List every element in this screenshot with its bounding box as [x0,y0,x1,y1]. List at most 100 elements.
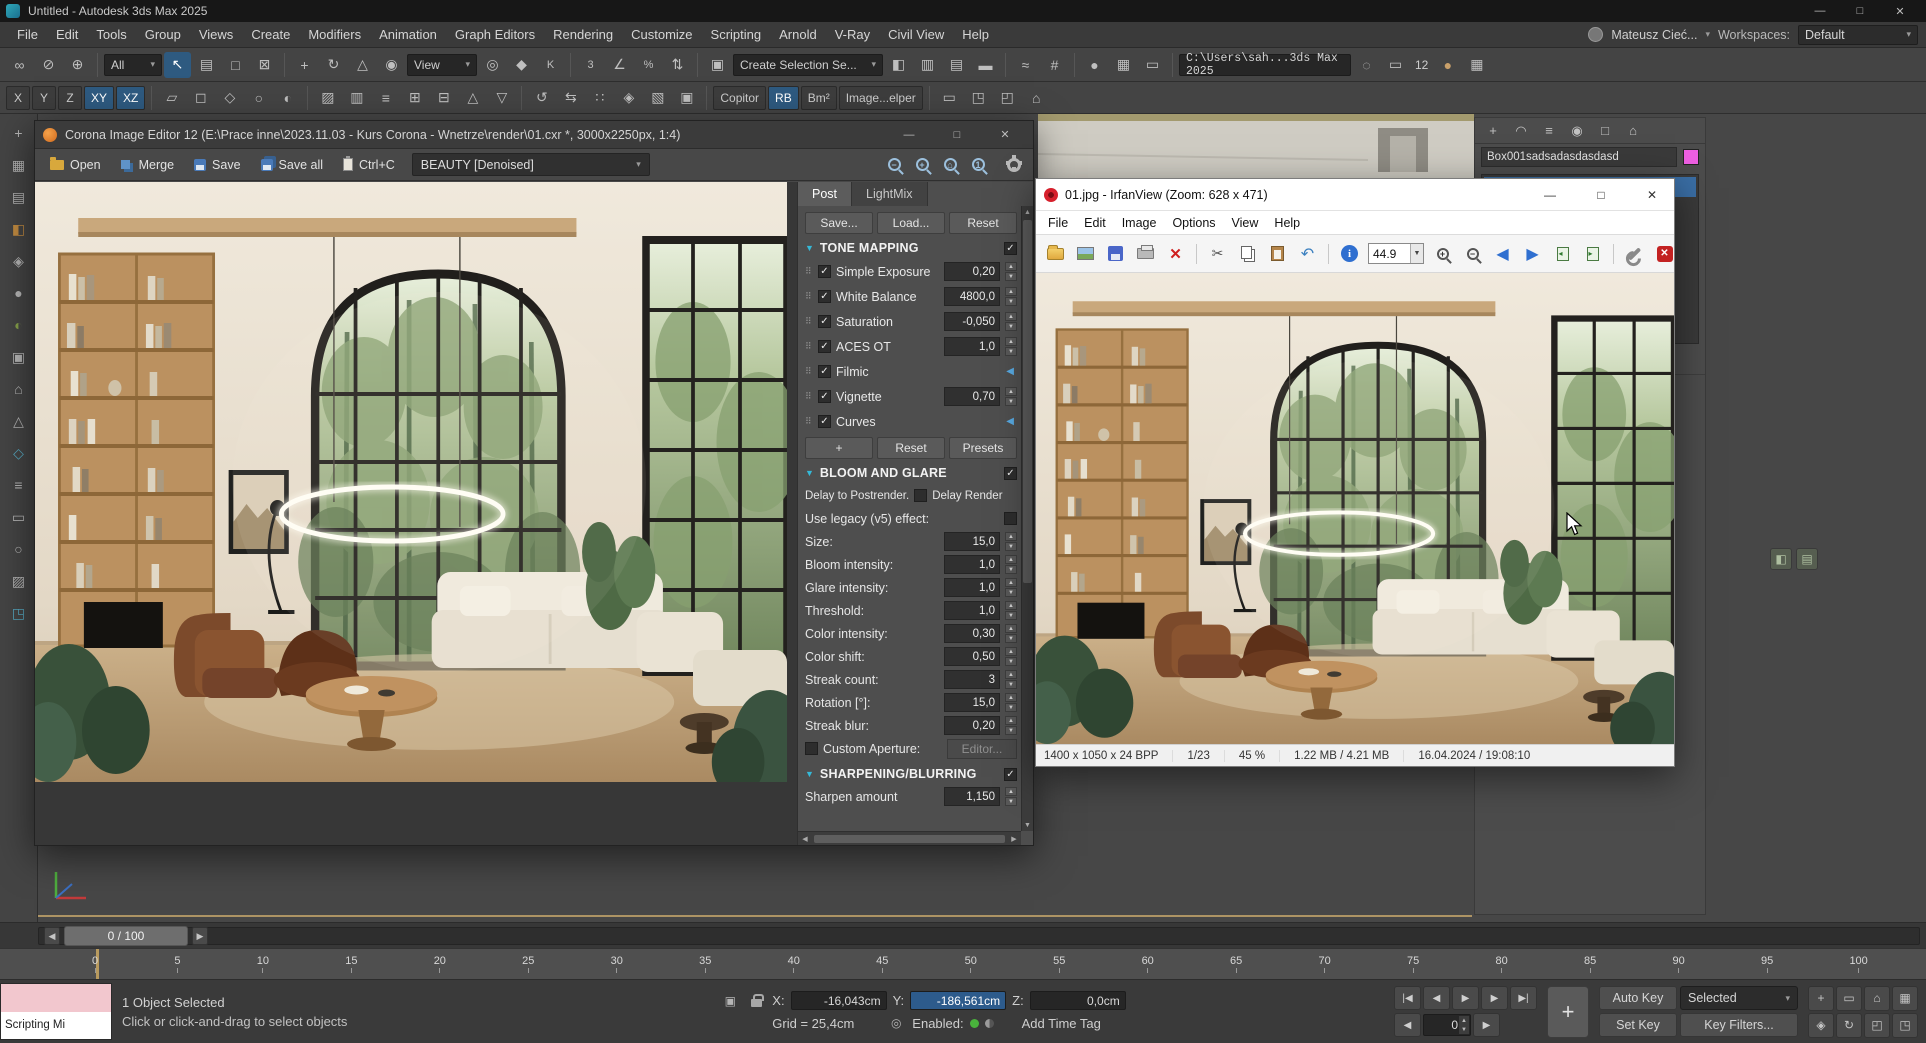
menu-customize[interactable]: Customize [622,22,701,47]
workspace-dropdown[interactable]: Default ▾ [1798,25,1918,45]
side-tool-icon[interactable]: ◈ [5,248,33,274]
drag-handle-icon[interactable]: ⠿ [805,266,813,277]
drag-handle-icon[interactable]: ⠿ [805,341,813,352]
float-tool-icon[interactable]: ◧ [1770,548,1792,570]
float-tool-icon[interactable]: ▤ [1796,548,1818,570]
display-tab-icon[interactable]: □ [1593,120,1617,142]
spinner[interactable]: ▲▼ [1005,532,1017,551]
menu-modifiers[interactable]: Modifiers [299,22,370,47]
go-to-start-button[interactable]: |◀ [1394,986,1421,1010]
render-production-icon[interactable]: ● [1434,52,1461,78]
key-step-back-button[interactable]: ◀ [1394,1013,1421,1037]
tool-icon[interactable]: ◻ [187,85,214,111]
side-tool-icon[interactable]: ◐ [5,312,33,338]
axis-xz-button[interactable]: XZ [116,86,145,110]
irfanview-close-button[interactable]: ✕ [1630,179,1674,211]
param-checkbox[interactable]: ✓ [818,415,831,428]
spinner-snap-icon[interactable]: ⇅ [664,52,691,78]
track-bar[interactable]: 0 5 10 15 20 25 30 35 40 45 50 55 60 65 … [0,948,1926,980]
utilities-tab-icon[interactable]: ⌂ [1621,120,1645,142]
param-value-field[interactable]: 0,70 [944,387,1000,406]
select-scale-icon[interactable]: △ [349,52,376,78]
zoom-100-icon[interactable]: 1 [965,153,991,177]
param-value-field[interactable]: 0,20 [944,716,1000,735]
menu-rendering[interactable]: Rendering [544,22,622,47]
first-image-icon[interactable] [1549,241,1576,267]
menu-help[interactable]: Help [1266,216,1308,230]
spinner[interactable]: ▲▼ [1005,787,1017,806]
spinner[interactable]: ▲▼ [1005,670,1017,689]
menu-animation[interactable]: Animation [370,22,446,47]
tool-icon[interactable]: ▽ [488,85,515,111]
tool-icon[interactable]: ∷ [586,85,613,111]
select-rotate-icon[interactable]: ↻ [320,52,347,78]
scroll-left-icon[interactable]: ◀ [798,835,812,843]
open-file-icon[interactable] [1042,241,1069,267]
select-move-icon[interactable]: + [291,52,318,78]
ref-coord-dropdown[interactable]: View ▾ [407,54,477,76]
exit-icon[interactable]: ✕ [1651,241,1678,267]
time-slider-track[interactable] [38,927,1920,945]
menu-options[interactable]: Options [1164,216,1223,230]
settings-gear-icon[interactable] [1001,153,1027,177]
isolate-selection-icon[interactable]: ▣ [720,992,740,1010]
side-tool-icon[interactable]: ▦ [5,152,33,178]
project-path-field[interactable]: C:\Users\sah...3ds Max 2025 [1179,54,1351,76]
progressive-render-icon[interactable]: ◎ [886,1014,906,1032]
zoom-combobox[interactable]: 44.9 ▼ [1368,243,1424,264]
select-manipulate-icon[interactable]: ◆ [508,52,535,78]
bm2-button[interactable]: Bm² [801,86,837,110]
render-iterative-icon[interactable]: ◌ [1353,52,1380,78]
thumbnails-icon[interactable] [1072,241,1099,267]
next-frame-arrow[interactable]: ▶ [192,927,208,945]
gpu-monitor-icon[interactable]: ▦ [1463,52,1490,78]
set-keys-button[interactable]: + [1547,986,1589,1038]
undo-icon[interactable]: ↶ [1294,241,1321,267]
menu-arnold[interactable]: Arnold [770,22,826,47]
scroll-up-icon[interactable]: ▲ [1022,206,1033,218]
axis-xy-button[interactable]: XY [84,86,114,110]
bind-spacewarp-icon[interactable]: ⊕ [64,52,91,78]
schematic-view-icon[interactable]: # [1041,52,1068,78]
go-to-end-button[interactable]: ▶| [1510,986,1537,1010]
menu-vray[interactable]: V-Ray [826,22,879,47]
print-icon[interactable] [1132,241,1159,267]
delay-checkbox[interactable] [914,489,927,502]
menu-edit[interactable]: Edit [47,22,87,47]
spinner[interactable]: ▲▼ [1005,624,1017,643]
zoom-extents-all-icon[interactable]: ▦ [1892,986,1918,1011]
menu-file[interactable]: File [1040,216,1076,230]
menu-edit[interactable]: Edit [1076,216,1114,230]
side-tool-icon[interactable]: ◳ [5,600,33,626]
macro-recorder-row[interactable] [1,984,111,1012]
mirror-icon[interactable]: ◧ [885,52,912,78]
scrollbar-thumb[interactable] [814,835,1005,843]
tool-icon[interactable]: ▨ [314,85,341,111]
param-value-field[interactable]: 1,0 [944,601,1000,620]
tool-icon[interactable]: ↺ [528,85,555,111]
select-place-icon[interactable]: ◉ [378,52,405,78]
axis-x-button[interactable]: X [6,86,30,110]
param-checkbox[interactable]: ✓ [818,365,831,378]
side-tool-icon[interactable]: ◧ [5,216,33,242]
irfanview-maximize-button[interactable]: □ [1579,179,1623,211]
param-value-field[interactable]: -0,050 [944,312,1000,331]
tool-icon[interactable]: ▣ [673,85,700,111]
maximize-viewport-icon[interactable]: ◳ [1892,1013,1918,1038]
delete-icon[interactable]: ✕ [1162,241,1189,267]
drag-handle-icon[interactable]: ⠿ [805,316,813,327]
zoom-fit-icon[interactable]: ⌂ [937,153,963,177]
copy-button[interactable]: Ctrl+C [334,152,404,177]
snap-toggle-icon[interactable]: 3 [577,52,604,78]
z-coordinate-field[interactable]: 0,0cm [1030,991,1126,1010]
play-button[interactable]: ▶ [1452,986,1479,1010]
percent-snap-icon[interactable]: % [635,52,662,78]
rb-button[interactable]: RB [768,86,799,110]
menu-view[interactable]: View [1224,216,1267,230]
param-value-field[interactable]: 1,150 [944,787,1000,806]
tool-icon[interactable]: ⇆ [557,85,584,111]
param-value-field[interactable]: 0,30 [944,624,1000,643]
tab-post[interactable]: Post [798,182,852,206]
side-tool-icon[interactable]: ▭ [5,504,33,530]
max-titlebar[interactable]: Untitled - Autodesk 3ds Max 2025 — □ ✕ [0,0,1926,22]
